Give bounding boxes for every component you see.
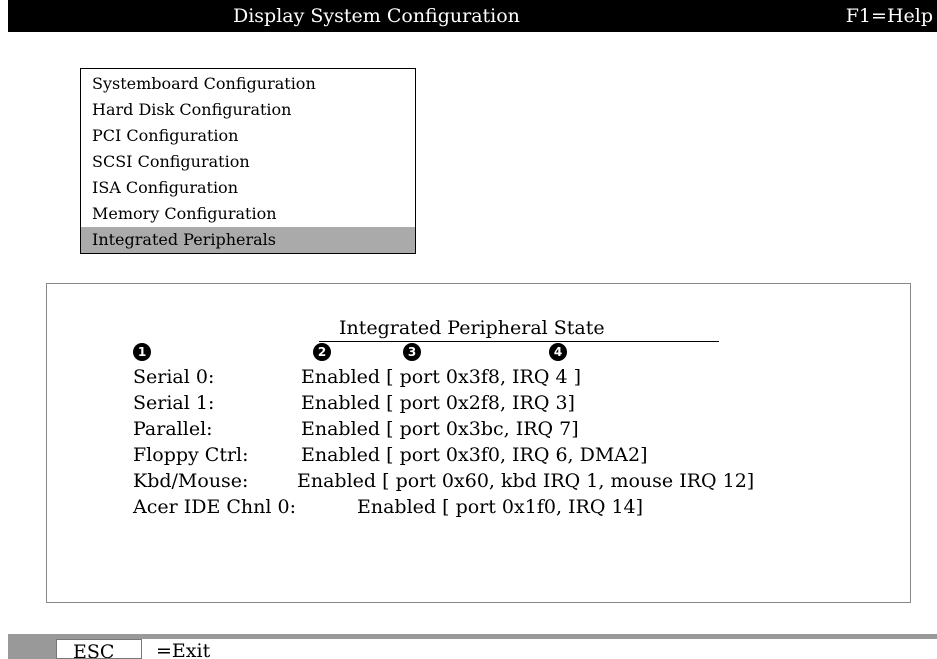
menu-item-isa[interactable]: ISA Configuration xyxy=(81,175,415,201)
menu-item-systemboard[interactable]: Systemboard Configuration xyxy=(81,71,415,97)
exit-hint: =Exit xyxy=(142,639,937,659)
device-label: Kbd/Mouse: xyxy=(133,470,249,492)
device-state: Enabled [ port 0x3f0, IRQ 6, DMA2] xyxy=(301,444,648,466)
device-label: Serial 1: xyxy=(133,392,215,414)
device-label: Acer IDE Chnl 0: xyxy=(133,496,296,518)
menu-item-hard-disk[interactable]: Hard Disk Configuration xyxy=(81,97,415,123)
callout-4-icon: 4 xyxy=(549,343,567,361)
device-label: Serial 0: xyxy=(133,366,215,388)
device-label: Floppy Ctrl: xyxy=(133,444,249,466)
configuration-menu: Systemboard Configuration Hard Disk Conf… xyxy=(80,68,416,254)
callout-1-icon: 1 xyxy=(133,343,151,361)
esc-key[interactable]: ESC xyxy=(56,639,142,659)
status-bar: ESC =Exit xyxy=(8,634,937,659)
callout-2-icon: 2 xyxy=(313,343,331,361)
device-state: Enabled [ port 0x2f8, IRQ 3] xyxy=(301,392,575,414)
menu-item-scsi[interactable]: SCSI Configuration xyxy=(81,149,415,175)
menu-item-integrated-peripherals[interactable]: Integrated Peripherals xyxy=(81,227,415,253)
peripheral-state-panel: Integrated Peripheral State 1 2 3 4 Seri… xyxy=(46,283,911,603)
menu-item-memory[interactable]: Memory Configuration xyxy=(81,201,415,227)
panel-title: Integrated Peripheral State xyxy=(319,315,719,342)
menu-item-pci[interactable]: PCI Configuration xyxy=(81,123,415,149)
device-state: Enabled [ port 0x3bc, IRQ 7] xyxy=(301,418,579,440)
device-state: Enabled [ port 0x1f0, IRQ 14] xyxy=(357,496,644,518)
window-title: Display System Configuration xyxy=(233,5,520,27)
help-hint[interactable]: F1=Help xyxy=(846,4,933,28)
device-label: Parallel: xyxy=(133,418,213,440)
callout-3-icon: 3 xyxy=(403,343,421,361)
title-bar: Display System Configuration F1=Help xyxy=(8,0,937,32)
device-state: Enabled [ port 0x60, kbd IRQ 1, mouse IR… xyxy=(297,470,755,492)
device-state: Enabled [ port 0x3f8, IRQ 4 ] xyxy=(301,366,581,388)
panel-title-text: Integrated Peripheral State xyxy=(339,317,605,339)
